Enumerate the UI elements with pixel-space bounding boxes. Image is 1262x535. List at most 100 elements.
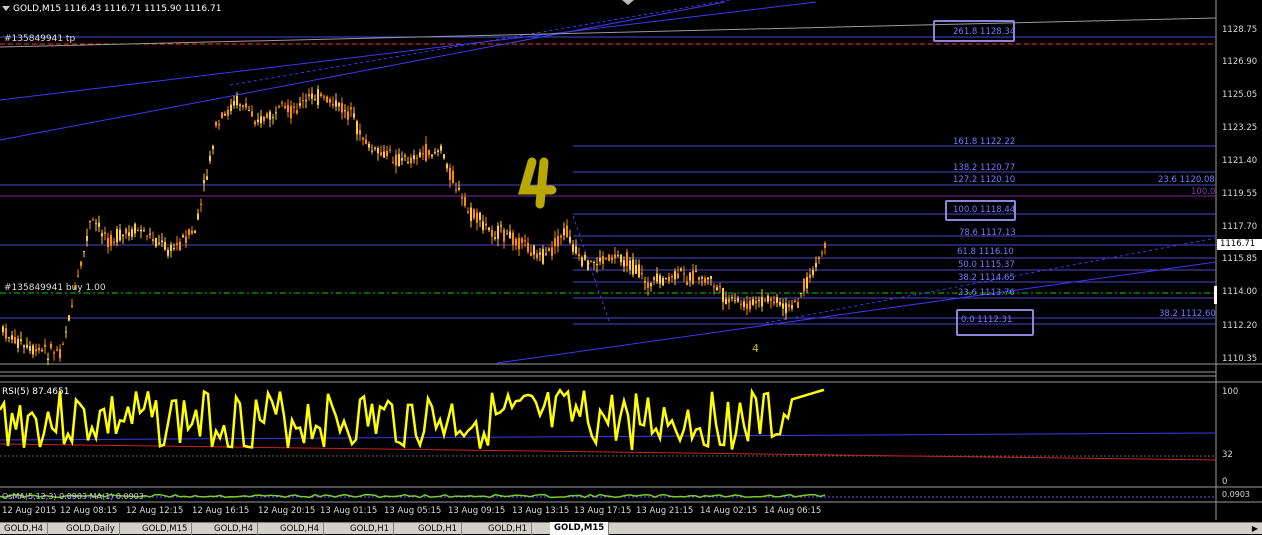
candle-body (491, 229, 493, 237)
chart-tab[interactable]: GOLD,H1 (414, 523, 463, 535)
candle-body (551, 247, 553, 256)
candle-body (374, 147, 376, 149)
time-axis-label: 13 Aug 13:15 (512, 506, 570, 516)
candle-body (806, 277, 808, 289)
candle-body (527, 243, 529, 252)
candle-body (767, 295, 769, 302)
candle-body (53, 352, 55, 354)
candle-body (641, 272, 643, 275)
candle-body (308, 94, 310, 97)
candlestick-series (2, 85, 826, 366)
candle-body (539, 252, 541, 255)
candle-body (116, 229, 118, 243)
chart-window[interactable]: GOLD,M15 1116.43 1116.71 1115.90 1116.71… (0, 0, 1262, 535)
candle-body (23, 345, 25, 348)
chart-tab[interactable]: GOLD,H1 (484, 523, 533, 535)
candle-body (458, 187, 460, 190)
candle-body (722, 288, 724, 302)
candle-body (44, 344, 46, 348)
candle-body (131, 229, 133, 237)
candle-body (200, 203, 202, 205)
fib-level-label: 23.6 1113.76 (958, 288, 1015, 298)
candle-body (671, 276, 673, 278)
candle-body (254, 121, 256, 125)
candle-body (677, 273, 679, 279)
candle-body (215, 121, 217, 126)
candle-body (560, 235, 562, 238)
candle-body (218, 124, 220, 126)
candle-body (683, 273, 685, 275)
candle-body (158, 242, 160, 244)
chart-dropdown-icon[interactable] (2, 6, 10, 11)
candle-body (443, 154, 445, 159)
candle-body (422, 153, 424, 155)
candle-body (350, 107, 352, 110)
candle-body (14, 337, 16, 344)
time-axis-label: 12 Aug 12:15 (126, 506, 184, 516)
fib-level-label: 78.6 1117.13 (959, 228, 1016, 238)
price-chart[interactable] (0, 0, 1262, 534)
candle-body (791, 305, 793, 309)
chart-tab[interactable]: GOLD,M15 (550, 522, 610, 535)
tab-scroll-right-icon[interactable]: ▶ (1252, 524, 1258, 533)
chart-tab[interactable]: GOLD,Daily (62, 523, 120, 535)
candle-body (554, 238, 556, 247)
candle-body (284, 106, 286, 109)
candle-body (707, 277, 709, 280)
candle-body (413, 155, 415, 160)
candle-body (41, 350, 43, 352)
candle-body (50, 344, 52, 349)
candle-body (737, 298, 739, 302)
candle-body (629, 260, 631, 270)
candle-body (437, 150, 439, 153)
time-axis-label: 13 Aug 05:15 (384, 506, 442, 516)
candle-body (287, 104, 289, 112)
chart-tab[interactable]: GOLD,H4 (276, 523, 325, 535)
candle-body (545, 253, 547, 255)
price-axis-label: 1112.20 (1222, 321, 1258, 331)
fib-far-label: 23.6 1120.08 (1158, 175, 1215, 185)
candle-body (518, 237, 520, 250)
tp-order-label: #135849941 tp (4, 34, 76, 44)
candle-body (122, 234, 124, 237)
candle-body (353, 113, 355, 118)
candle-body (194, 230, 196, 234)
candle-body (800, 293, 802, 295)
chart-tab[interactable]: GOLD,M15 (138, 523, 193, 535)
time-axis-label: 13 Aug 17:15 (574, 506, 632, 516)
candle-body (770, 298, 772, 301)
chart-ohlc: 1116.43 1116.71 1115.90 1116.71 (63, 4, 222, 14)
candle-body (755, 300, 757, 304)
candle-body (596, 264, 598, 266)
time-axis-label: 14 Aug 06:15 (764, 506, 822, 516)
chart-symbol: GOLD,M15 (13, 4, 62, 14)
candle-body (401, 158, 403, 161)
candle-body (356, 121, 358, 135)
candle-body (680, 268, 682, 271)
candle-body (365, 139, 367, 145)
candle-body (704, 278, 706, 283)
candle-body (623, 260, 625, 267)
fib-far-label: 38.2 1112.60 (1159, 309, 1216, 319)
chart-tab[interactable]: GOLD,H1 (346, 523, 395, 535)
candle-body (83, 250, 85, 252)
candle-body (728, 298, 730, 303)
candle-body (146, 235, 148, 237)
candle-body (98, 222, 100, 227)
candle-body (311, 93, 313, 99)
scroll-marker[interactable] (1214, 286, 1217, 304)
candle-body (668, 276, 670, 282)
candle-body (635, 264, 637, 274)
rsi-axis-32: 32 (1222, 450, 1233, 460)
candle-body (776, 297, 778, 303)
chart-tab[interactable]: GOLD,H4 (210, 523, 259, 535)
candle-body (149, 233, 151, 235)
candle-body (479, 212, 481, 220)
candle-body (428, 149, 430, 155)
candle-body (713, 286, 715, 288)
candle-body (644, 281, 646, 283)
candle-body (698, 276, 700, 280)
candle-body (386, 150, 388, 157)
candle-body (380, 152, 382, 155)
chart-tab[interactable]: GOLD,H4 (0, 523, 49, 535)
